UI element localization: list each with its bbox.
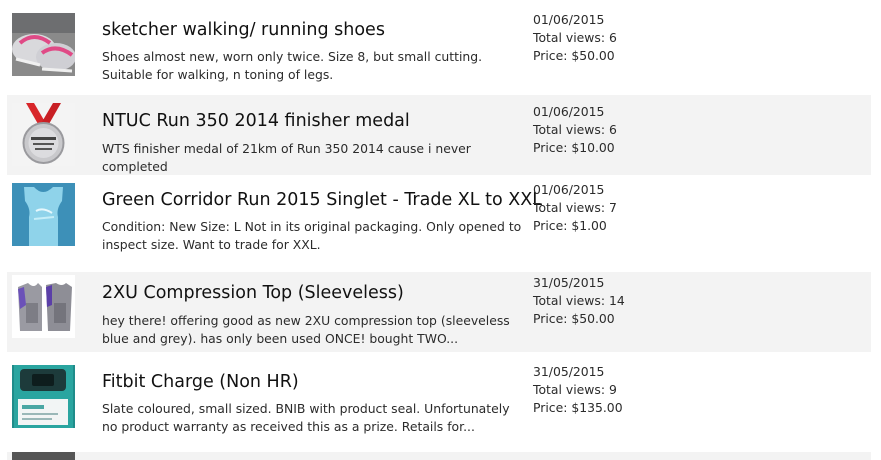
listing-description: hey there! offering good as new 2XU comp… <box>102 313 510 346</box>
shoes-photo-icon <box>12 13 75 76</box>
listing-date: 01/06/2015 <box>533 182 605 197</box>
listing-title[interactable]: 2XU Compression Top (Sleeveless) <box>102 281 404 305</box>
list-item[interactable] <box>7 452 871 460</box>
list-item[interactable]: Green Corridor Run 2015 Singlet - Trade … <box>7 180 871 260</box>
shoes-photo-thumbnail[interactable] <box>12 13 75 76</box>
listing-price: Price: $50.00 <box>533 311 615 326</box>
listing-views: Total views: 6 <box>533 122 617 137</box>
listing-views: Total views: 9 <box>533 382 617 397</box>
listing-price: Price: $1.00 <box>533 218 607 233</box>
listing-title[interactable]: NTUC Run 350 2014 finisher medal <box>102 109 410 133</box>
listing-description: Shoes almost new, worn only twice. Size … <box>102 49 483 82</box>
listing-date: 01/06/2015 <box>533 12 605 27</box>
listing-list: sketcher walking/ running shoes Shoes al… <box>0 0 881 460</box>
list-item[interactable]: 2XU Compression Top (Sleeveless) hey the… <box>7 272 871 352</box>
listing-description: Slate coloured, small sized. BNIB with p… <box>102 401 510 434</box>
compression-top-photo-thumbnail[interactable] <box>12 275 75 338</box>
listing-description: Condition: New Size: L Not in its origin… <box>102 219 522 252</box>
fitbit-box-photo-thumbnail[interactable] <box>12 365 75 428</box>
fitbit-box-photo-icon <box>12 365 75 428</box>
listing-date: 31/05/2015 <box>533 275 605 290</box>
listing-meta: 01/06/2015 Total views: 6 Price: $10.00 <box>533 103 617 157</box>
listing-meta: 31/05/2015 Total views: 14 Price: $50.00 <box>533 274 625 328</box>
listing-views: Total views: 6 <box>533 30 617 45</box>
listing-meta: 01/06/2015 Total views: 7 Price: $1.00 <box>533 181 617 235</box>
next-item-thumbnail[interactable] <box>12 452 75 460</box>
listing-meta: 01/06/2015 Total views: 6 Price: $50.00 <box>533 11 617 65</box>
medal-photo-icon <box>12 103 75 166</box>
listing-meta: 31/05/2015 Total views: 9 Price: $135.00 <box>533 363 623 417</box>
listing-price: Price: $135.00 <box>533 400 623 415</box>
listing-price: Price: $50.00 <box>533 48 615 63</box>
listing-views: Total views: 7 <box>533 200 617 215</box>
compression-top-photo-icon <box>12 275 75 338</box>
listing-title[interactable]: sketcher walking/ running shoes <box>102 18 385 42</box>
singlet-photo-thumbnail[interactable] <box>12 183 75 246</box>
listing-title[interactable]: Fitbit Charge (Non HR) <box>102 370 299 394</box>
list-item[interactable]: sketcher walking/ running shoes Shoes al… <box>7 10 871 90</box>
listing-views: Total views: 14 <box>533 293 625 308</box>
list-item[interactable]: Fitbit Charge (Non HR) Slate coloured, s… <box>7 362 871 442</box>
listing-price: Price: $10.00 <box>533 140 615 155</box>
listing-date: 31/05/2015 <box>533 364 605 379</box>
medal-photo-thumbnail[interactable] <box>12 103 75 166</box>
listing-date: 01/06/2015 <box>533 104 605 119</box>
listing-title[interactable]: Green Corridor Run 2015 Singlet - Trade … <box>102 188 542 212</box>
list-item[interactable]: NTUC Run 350 2014 finisher medal WTS fin… <box>7 95 871 175</box>
singlet-photo-icon <box>12 183 75 246</box>
listing-description: WTS finisher medal of 21km of Run 350 20… <box>102 141 471 174</box>
